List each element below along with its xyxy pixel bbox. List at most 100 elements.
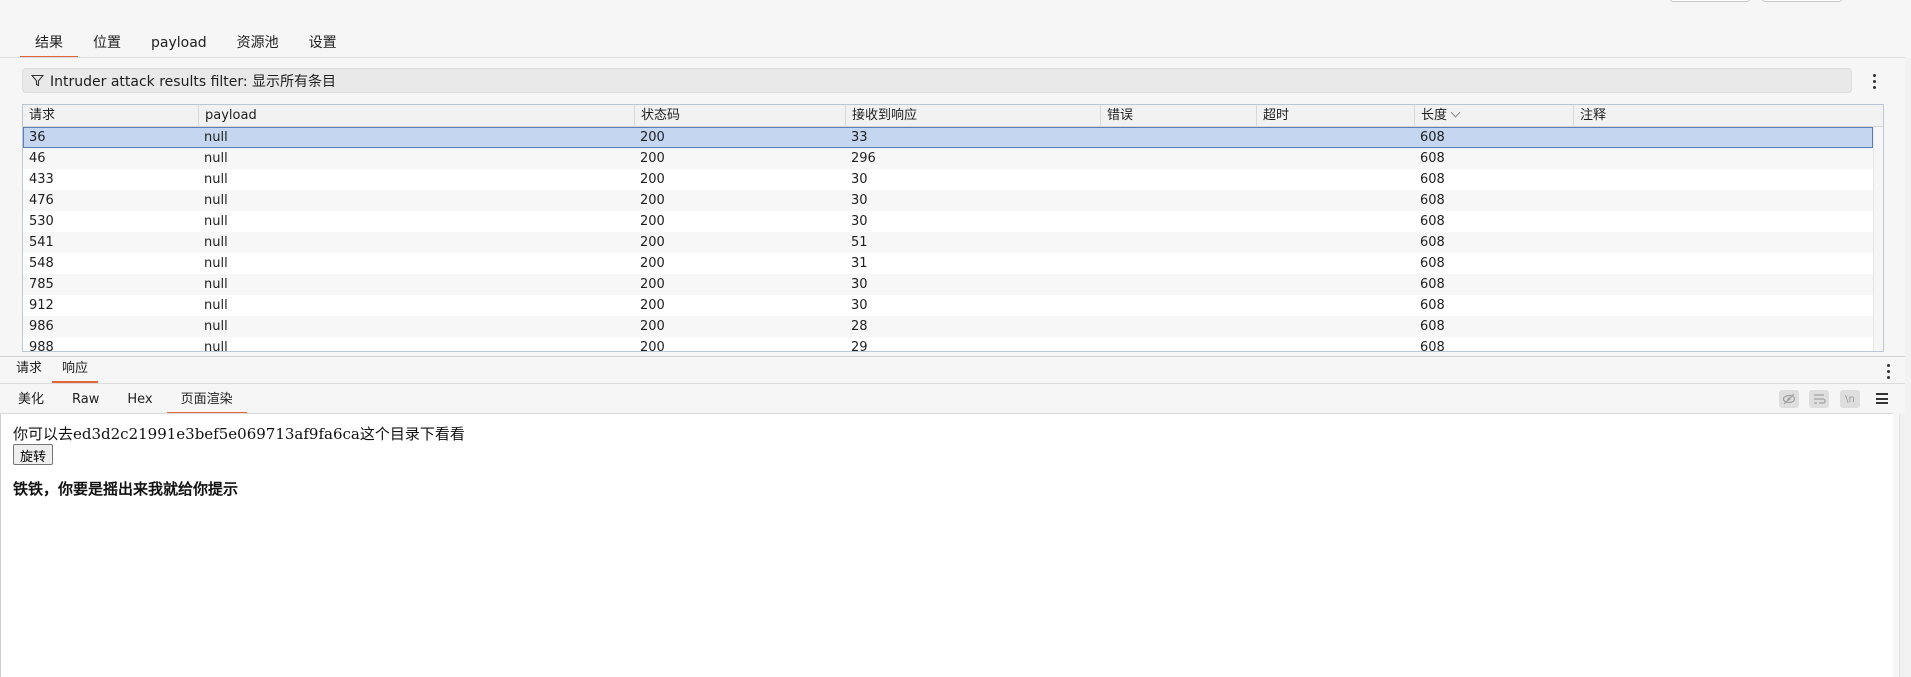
cell-status: 200 [640, 214, 665, 229]
table-row[interactable]: 46 null 200 296 608 [23, 148, 1873, 169]
table-row[interactable]: 541 null 200 51 608 [23, 232, 1873, 253]
cell-length: 608 [1420, 214, 1445, 229]
table-header: 请求 payload 状态码 接收到响应 错误 超时 长度 注释 [23, 105, 1883, 127]
cell-request: 530 [29, 214, 54, 229]
detail-more-icon[interactable] [1884, 360, 1892, 382]
column-header-error[interactable]: 错误 [1100, 105, 1256, 127]
main-tabs: 结果 位置 payload 资源池 设置 [20, 30, 352, 58]
table-row[interactable]: 785 null 200 30 608 [23, 274, 1873, 295]
cell-request: 988 [29, 340, 54, 352]
filter-more-icon[interactable] [1870, 70, 1878, 92]
cell-payload: null [204, 340, 228, 352]
column-header-received[interactable]: 接收到响应 [845, 105, 1100, 127]
cell-status: 200 [640, 151, 665, 166]
cell-payload: null [204, 172, 228, 187]
tab-render[interactable]: 页面渲染 [166, 387, 247, 414]
cell-length: 608 [1420, 193, 1445, 208]
table-row[interactable]: 986 null 200 28 608 [23, 316, 1873, 337]
tab-positions[interactable]: 位置 [78, 30, 136, 58]
cell-payload: null [204, 193, 228, 208]
cell-request: 36 [29, 130, 46, 145]
column-header-payload[interactable]: payload [198, 105, 634, 127]
cell-received: 31 [851, 256, 868, 271]
tab-hex[interactable]: Hex [113, 387, 166, 414]
cell-request: 785 [29, 277, 54, 292]
detail-tabs: 请求 响应 [6, 357, 99, 383]
column-header-length[interactable]: 长度 [1414, 105, 1573, 127]
rendered-hint: 铁铁，你要是摇出来我就给你提示 [13, 480, 239, 498]
cell-received: 30 [851, 193, 868, 208]
cell-received: 30 [851, 214, 868, 229]
cell-received: 51 [851, 235, 868, 250]
eye-slash-icon[interactable] [1779, 390, 1799, 408]
cell-payload: null [204, 256, 228, 271]
column-header-request[interactable]: 请求 [23, 105, 198, 127]
results-table: 请求 payload 状态码 接收到响应 错误 超时 长度 注释 36 null 2… [22, 104, 1884, 352]
table-body: 36 null 200 33 608 46 null 200 296 608 433 null 200 3… [23, 127, 1873, 352]
cell-payload: null [204, 214, 228, 229]
column-header-comment[interactable]: 注释 [1573, 105, 1883, 127]
cell-length: 608 [1420, 340, 1445, 352]
cell-length: 608 [1420, 235, 1445, 250]
rendered-text: 你可以去ed3d2c21991e3bef5e069713af9fa6ca这个目录… [13, 425, 465, 443]
filter-label: Intruder attack results filter: 显示所有条目 [50, 73, 337, 90]
cell-length: 608 [1420, 277, 1445, 292]
cell-payload: null [204, 130, 228, 145]
column-header-timeout[interactable]: 超时 [1256, 105, 1414, 127]
hamburger-menu-icon[interactable] [1876, 393, 1888, 404]
cell-length: 608 [1420, 256, 1445, 271]
table-scrollbar[interactable] [1873, 127, 1883, 351]
cell-length: 608 [1420, 298, 1445, 313]
cell-request: 476 [29, 193, 54, 208]
cell-request: 548 [29, 256, 54, 271]
cell-received: 29 [851, 340, 868, 352]
cell-received: 296 [851, 151, 876, 166]
cell-request: 912 [29, 298, 54, 313]
cell-length: 608 [1420, 319, 1445, 334]
cell-status: 200 [640, 298, 665, 313]
tab-settings[interactable]: 设置 [294, 30, 352, 58]
cell-payload: null [204, 298, 228, 313]
cell-status: 200 [640, 277, 665, 292]
results-filter-bar[interactable]: Intruder attack results filter: 显示所有条目 [22, 68, 1852, 93]
detail-tabs-divider [0, 383, 1905, 384]
table-row[interactable]: 988 null 200 29 608 [23, 337, 1873, 352]
cell-length: 608 [1420, 151, 1445, 166]
cell-received: 30 [851, 277, 868, 292]
filter-icon [31, 74, 44, 87]
page-scrollbar[interactable] [1905, 58, 1911, 677]
table-row[interactable]: 530 null 200 30 608 [23, 211, 1873, 232]
table-row[interactable]: 548 null 200 31 608 [23, 253, 1873, 274]
tab-raw[interactable]: Raw [58, 387, 113, 414]
tab-payload[interactable]: payload [136, 30, 222, 58]
column-header-status[interactable]: 状态码 [634, 105, 845, 127]
cell-received: 30 [851, 172, 868, 187]
tab-resource-pool[interactable]: 资源池 [222, 30, 294, 58]
word-wrap-icon[interactable] [1809, 390, 1829, 408]
cell-status: 200 [640, 235, 665, 250]
table-row[interactable]: 912 null 200 30 608 [23, 295, 1873, 316]
cell-length: 608 [1420, 172, 1445, 187]
tab-request[interactable]: 请求 [6, 357, 52, 383]
top-button-1[interactable] [1670, 0, 1750, 2]
table-row[interactable]: 36 null 200 33 608 [23, 127, 1873, 148]
cell-request: 46 [29, 151, 46, 166]
tab-pretty[interactable]: 美化 [4, 387, 58, 414]
table-row[interactable]: 476 null 200 30 608 [23, 190, 1873, 211]
top-button-2[interactable] [1762, 0, 1842, 2]
split-divider[interactable] [0, 356, 1905, 357]
tabs-divider [0, 57, 1905, 58]
tab-results[interactable]: 结果 [20, 30, 78, 58]
cell-request: 541 [29, 235, 54, 250]
tab-response[interactable]: 响应 [52, 357, 99, 383]
cell-status: 200 [640, 193, 665, 208]
table-row[interactable]: 433 null 200 30 608 [23, 169, 1873, 190]
newline-icon[interactable]: \n [1840, 390, 1860, 408]
cell-received: 33 [851, 130, 868, 145]
view-tabs: 美化 Raw Hex 页面渲染 [4, 387, 247, 414]
sort-desc-icon [1450, 107, 1461, 118]
spin-button[interactable]: 旋转 [13, 444, 54, 465]
cell-payload: null [204, 235, 228, 250]
top-strip [0, 0, 1911, 30]
cell-status: 200 [640, 319, 665, 334]
